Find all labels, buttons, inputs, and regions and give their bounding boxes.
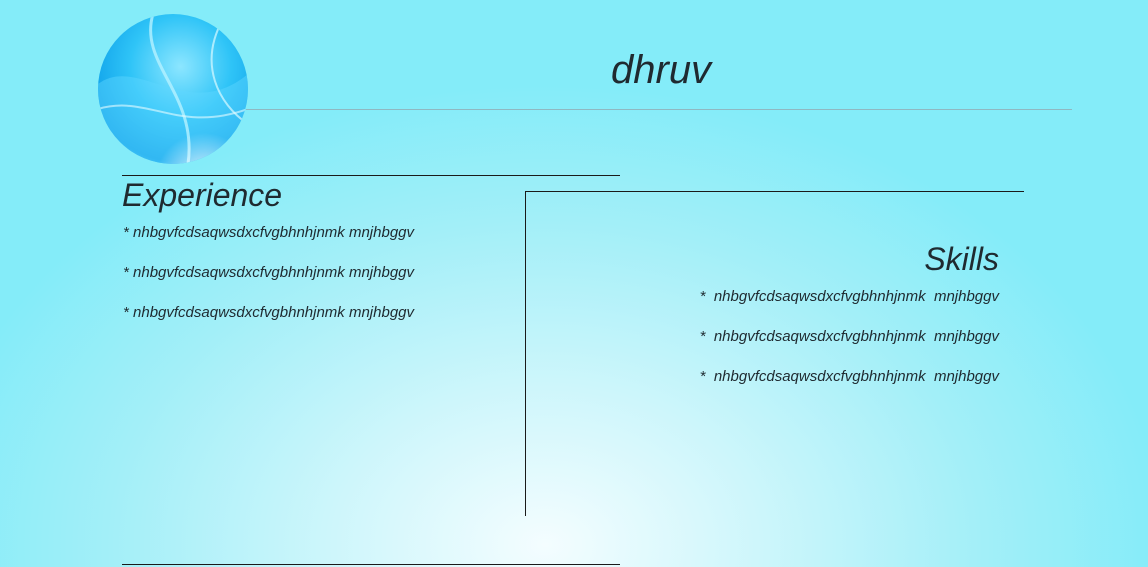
- header-divider: [246, 109, 1072, 110]
- experience-item: * nhbgvfcdsaqwsdxcfvgbhnhjnmk mnjhbggv: [123, 304, 414, 321]
- skills-item: * nhbgvfcdsaqwsdxcfvgbhnhjnmk mnjhbggv: [699, 328, 999, 345]
- experience-item: * nhbgvfcdsaqwsdxcfvgbhnhjnmk mnjhbggv: [123, 224, 414, 241]
- skills-item: * nhbgvfcdsaqwsdxcfvgbhnhjnmk mnjhbggv: [699, 288, 999, 305]
- experience-heading: Experience: [122, 177, 283, 213]
- page-title: dhruv: [611, 48, 712, 92]
- blue-orb-logo-icon: [98, 14, 248, 164]
- experience-bottom-divider: [122, 564, 620, 565]
- experience-item: * nhbgvfcdsaqwsdxcfvgbhnhjnmk mnjhbggv: [123, 264, 414, 281]
- skills-item: * nhbgvfcdsaqwsdxcfvgbhnhjnmk mnjhbggv: [699, 368, 999, 385]
- experience-list: * nhbgvfcdsaqwsdxcfvgbhnhjnmk mnjhbggv *…: [123, 224, 414, 344]
- skills-heading: Skills: [924, 241, 999, 277]
- skills-list: * nhbgvfcdsaqwsdxcfvgbhnhjnmk mnjhbggv *…: [700, 288, 999, 408]
